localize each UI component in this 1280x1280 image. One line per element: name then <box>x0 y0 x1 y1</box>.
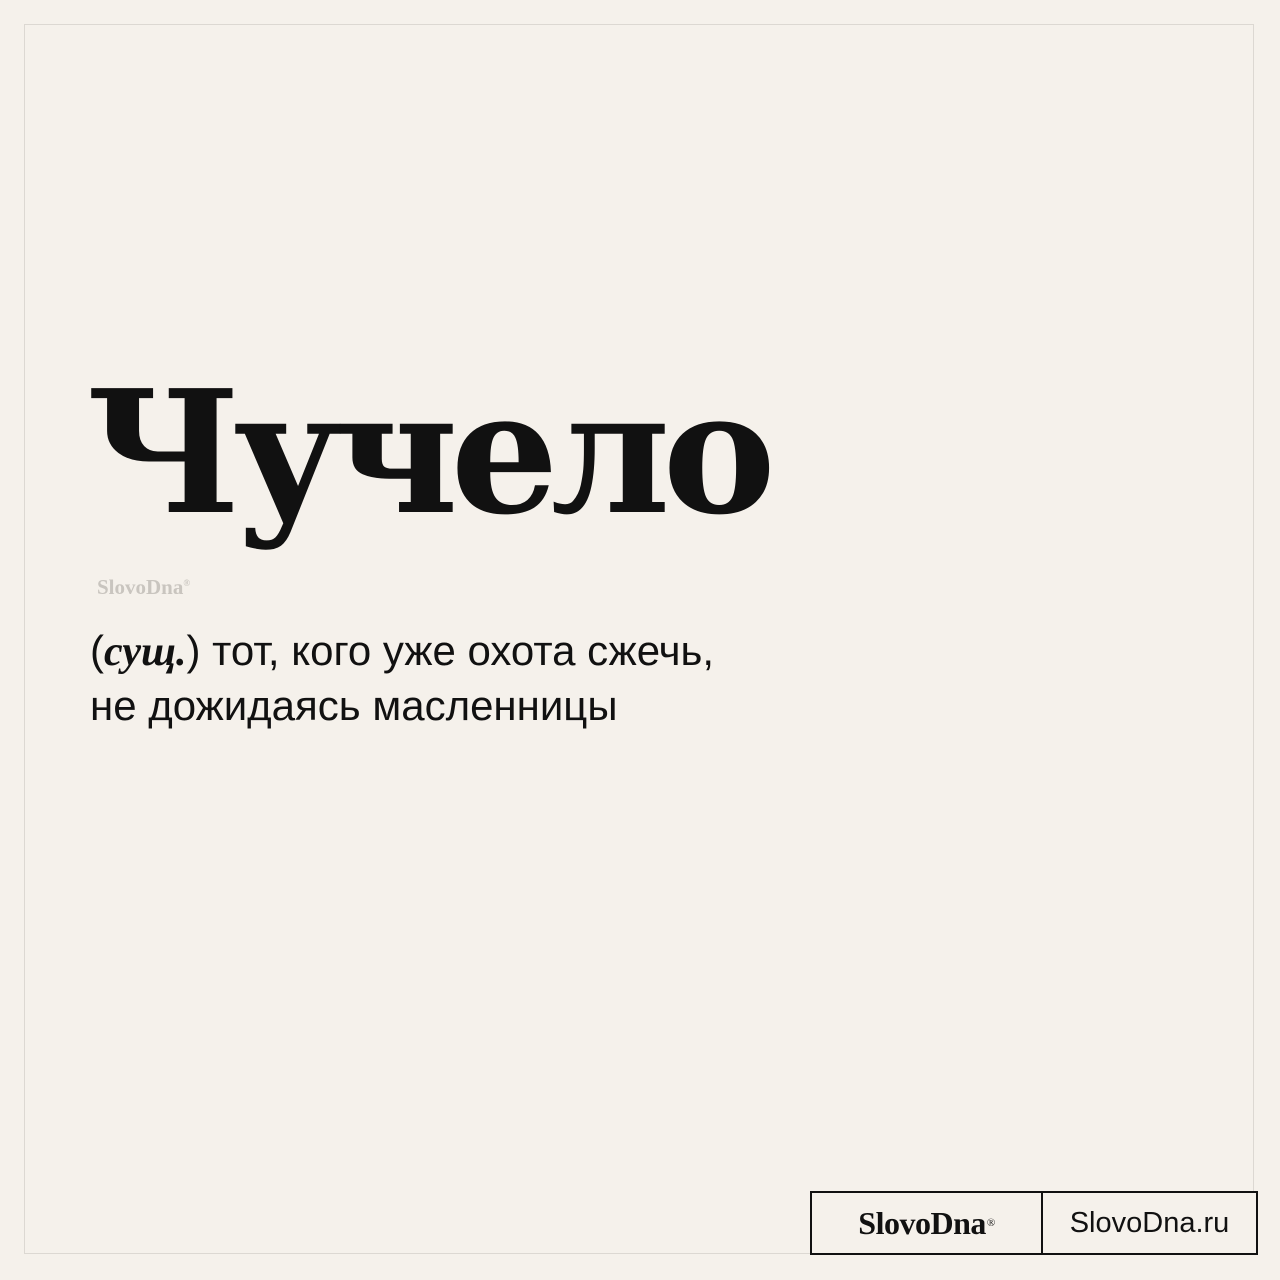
part-of-speech: сущ. <box>104 629 187 675</box>
definition-line-1: (сущ.) тот, кого уже охота сжечь, <box>90 624 990 679</box>
close-paren: ) <box>186 627 201 674</box>
open-paren: ( <box>90 627 104 674</box>
watermark-registered-mark: ® <box>183 578 191 588</box>
card: Чучело SlovoDna® (сущ.) тот, кого уже ох… <box>0 0 1280 1280</box>
definition-text-1: тот, кого уже охота сжечь, <box>200 627 715 674</box>
headword: Чучело <box>86 353 776 553</box>
footer-brand: SlovoDna <box>858 1204 986 1241</box>
watermark-logo: SlovoDna® <box>97 575 190 600</box>
footer-registered-mark: ® <box>986 1217 995 1229</box>
footer-badge: SlovoDna ® SlovoDna.ru <box>810 1191 1258 1255</box>
footer-url-link[interactable]: SlovoDna.ru <box>1043 1193 1256 1253</box>
definition-line-2: не дожидаясь масленницы <box>90 682 618 729</box>
definition: (сущ.) тот, кого уже охота сжечь, не дож… <box>90 624 990 732</box>
footer-logo: SlovoDna ® <box>812 1193 1043 1253</box>
watermark-brand: SlovoDna <box>97 575 184 599</box>
